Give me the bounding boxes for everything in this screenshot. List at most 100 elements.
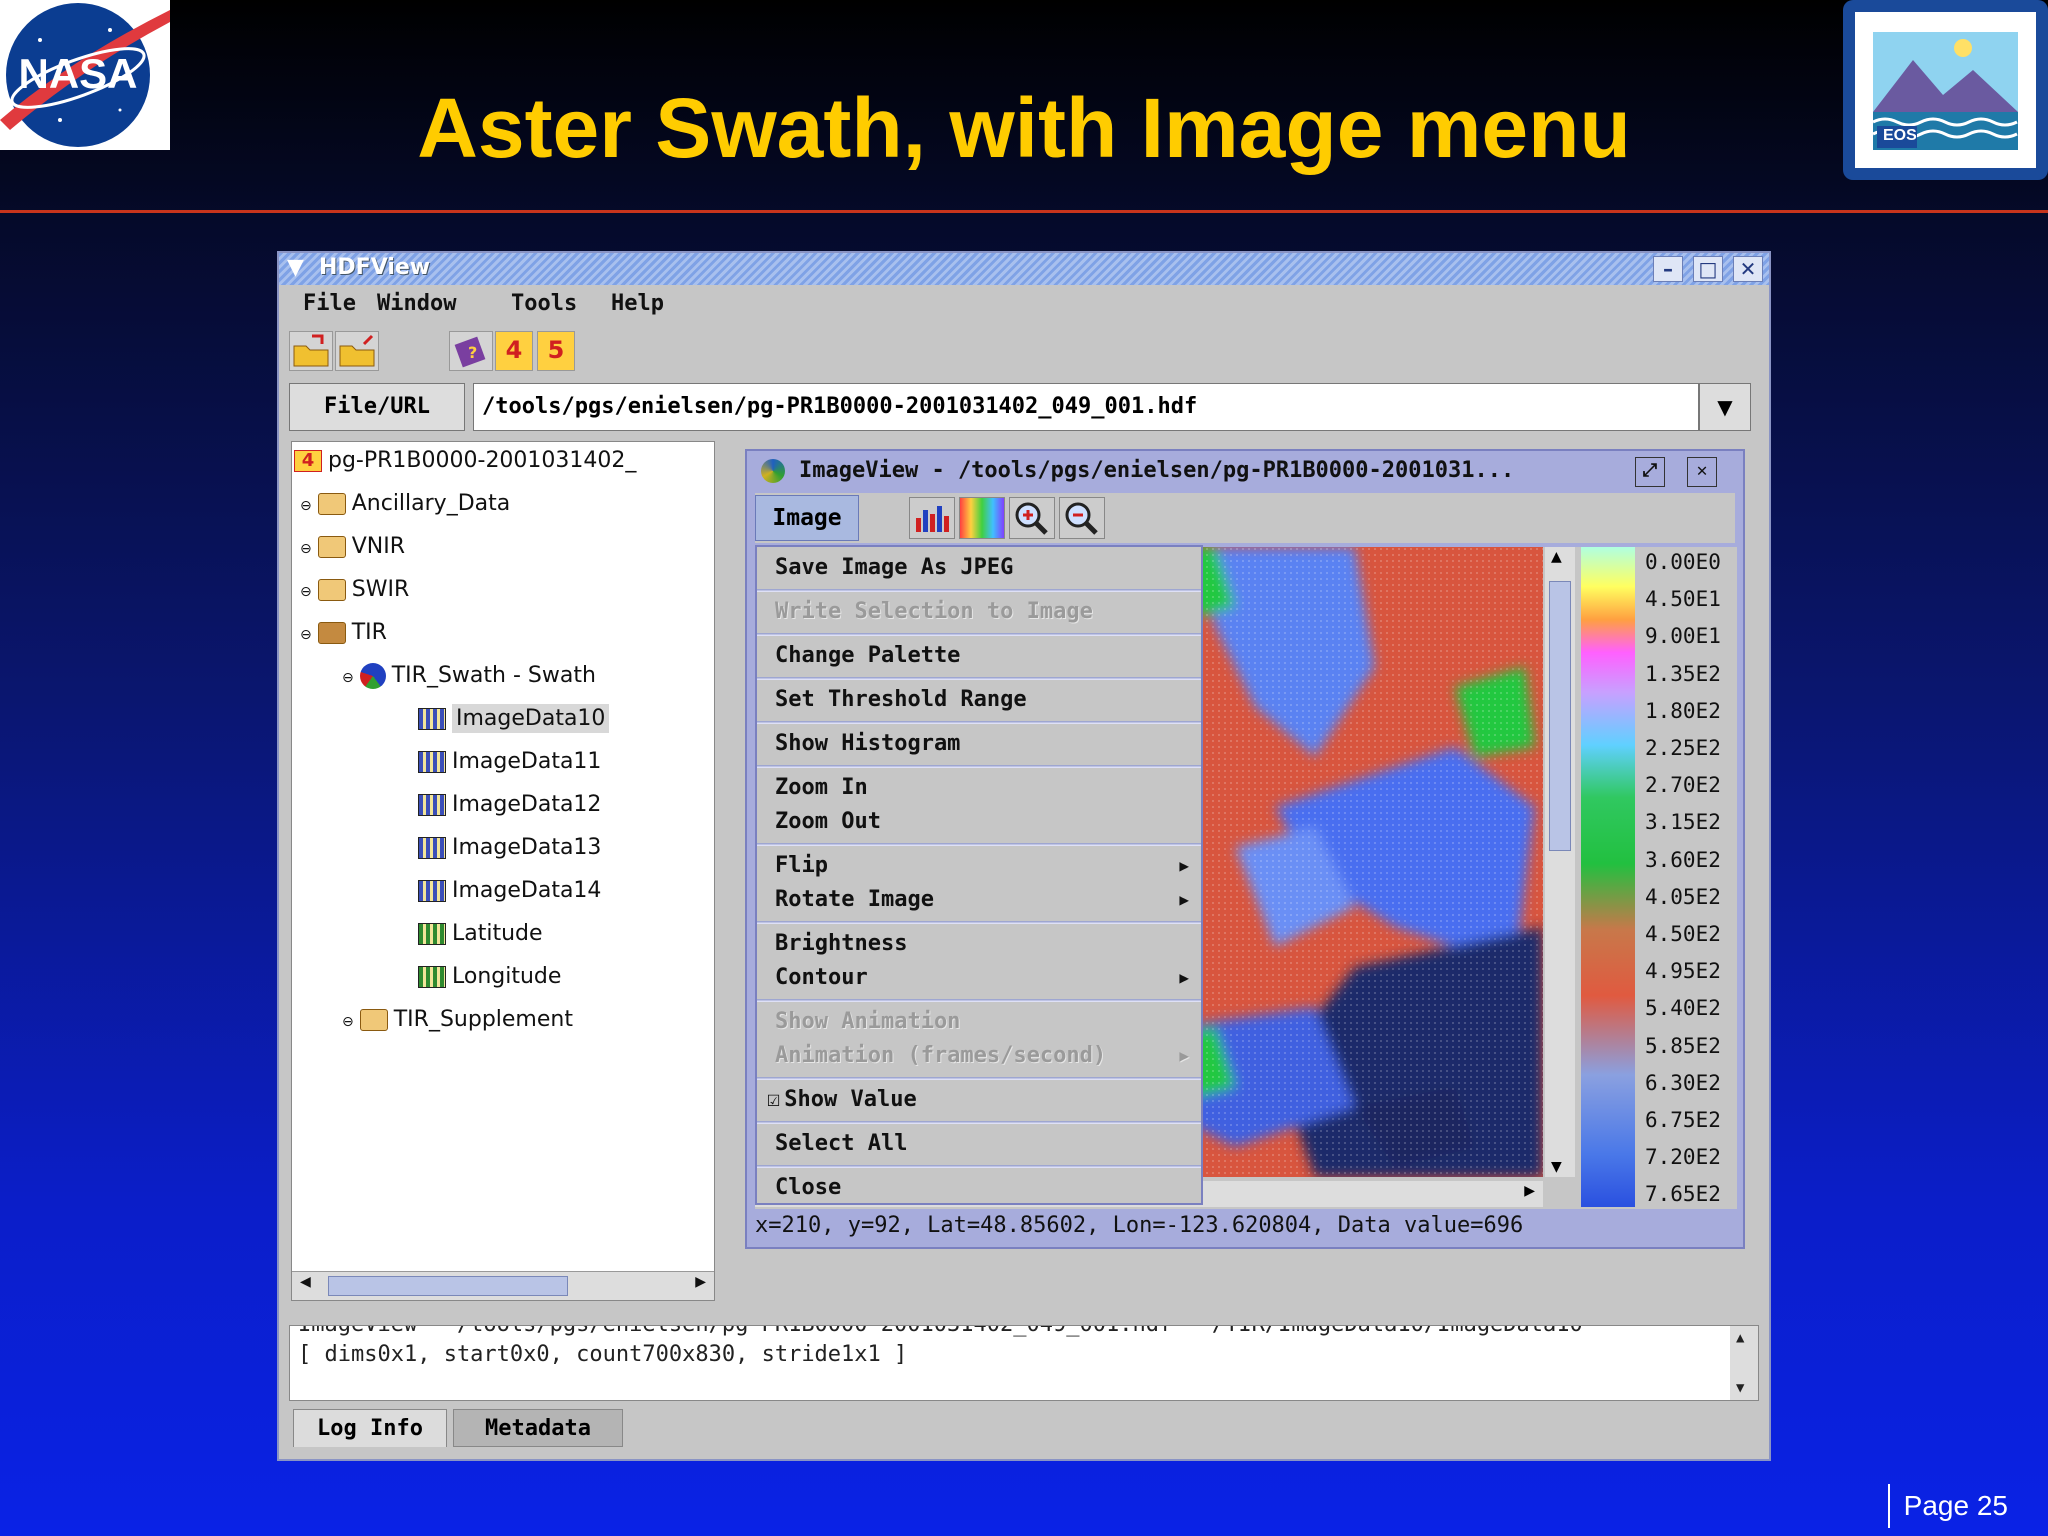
tree-item-swir[interactable]: ⊖ SWIR	[300, 573, 409, 607]
collapse-icon[interactable]: ⊖	[342, 670, 354, 686]
tree-item-imagedata14[interactable]: ImageData14	[418, 874, 601, 908]
scroll-up-icon[interactable]: ▲	[1736, 1330, 1744, 1346]
file-url-input[interactable]: /tools/pgs/enielsen/pg-PR1B0000-20010314…	[473, 383, 1699, 431]
menu-separator	[757, 589, 1201, 592]
log-vertical-scrollbar[interactable]: ▲ ▼	[1730, 1326, 1758, 1400]
close-file-icon[interactable]	[335, 331, 379, 371]
menu-item-label: Flip	[775, 853, 828, 878]
menu-item-change-palette[interactable]: Change Palette	[757, 639, 1201, 673]
menu-item-show-histogram[interactable]: Show Histogram	[757, 727, 1201, 761]
menu-item-rotate-image[interactable]: Rotate Image ▶	[757, 883, 1201, 917]
scroll-right-icon[interactable]: ▶	[1524, 1183, 1535, 1199]
dataset-icon	[418, 880, 446, 902]
color-legend-tick: 9.00E1	[1645, 624, 1721, 649]
menu-item-select-all[interactable]: Select All	[757, 1127, 1201, 1161]
menu-item-show-value[interactable]: ☑ Show Value	[757, 1083, 1201, 1117]
tree-root-label: pg-PR1B0000-2001031402_	[328, 448, 637, 473]
palette-icon[interactable]	[959, 497, 1005, 539]
tree-item-label: Latitude	[452, 921, 543, 946]
menu-item-zoom-out[interactable]: Zoom Out	[757, 805, 1201, 839]
menu-item-label: Zoom Out	[775, 809, 881, 834]
users-guide-icon[interactable]: ?	[449, 331, 493, 371]
color-legend-tick: 3.15E2	[1645, 810, 1721, 835]
color-legend-tick: 6.30E2	[1645, 1070, 1721, 1095]
menu-help[interactable]: Help	[611, 291, 664, 316]
tree-item-label: ImageData13	[452, 835, 602, 860]
menu-item-close[interactable]: Close	[757, 1171, 1201, 1205]
imageview-titlebar[interactable]: ImageView - /tools/pgs/enielsen/pg-PR1B0…	[747, 451, 1743, 491]
menu-file[interactable]: File	[303, 291, 356, 316]
zoom-out-icon[interactable]	[1059, 497, 1105, 539]
scrollbar-thumb[interactable]	[328, 1276, 568, 1296]
scroll-right-icon[interactable]: ▶	[695, 1274, 706, 1290]
hdf5-library-icon[interactable]: 5	[537, 331, 575, 371]
hdf4-library-icon[interactable]: 4	[495, 331, 533, 371]
tab-metadata[interactable]: Metadata	[453, 1409, 623, 1447]
tree-item-vnir[interactable]: ⊖ VNIR	[300, 530, 405, 564]
tree-item-ancillary-data[interactable]: ⊖ Ancillary_Data	[300, 487, 510, 521]
expand-icon[interactable]: ⊖	[300, 541, 312, 557]
log-line: ImageView - /tools/pgs/enielsen/pg-PR1B0…	[298, 1326, 1583, 1337]
expand-icon[interactable]: ⊖	[342, 1014, 354, 1030]
scroll-up-icon[interactable]: ▲	[1551, 549, 1562, 565]
menu-item-brightness[interactable]: Brightness	[757, 927, 1201, 961]
tree-item-imagedata11[interactable]: ImageData11	[418, 745, 601, 779]
color-legend-tick: 7.20E2	[1645, 1145, 1721, 1170]
window-titlebar[interactable]: ▼ HDFView – □ ✕	[279, 253, 1769, 285]
close-icon[interactable]: ✕	[1687, 457, 1717, 487]
file-url-row: File/URL /tools/pgs/enielsen/pg-PR1B0000…	[289, 383, 1759, 431]
tree-item-longitude[interactable]: Longitude	[418, 960, 561, 994]
close-icon[interactable]: ✕	[1733, 256, 1763, 282]
menu-tools[interactable]: Tools	[511, 291, 577, 316]
bottom-tabs: Log Info Metadata	[293, 1409, 893, 1449]
color-legend-ticks: 0.00E0 4.50E1 9.00E1 1.35E2 1.80E2 2.25E2 2.70…	[1639, 547, 1739, 1207]
expand-icon[interactable]: ⊖	[300, 498, 312, 514]
tree-item-label: TIR	[351, 620, 387, 645]
folder-icon	[317, 536, 346, 558]
open-file-icon[interactable]	[289, 331, 333, 371]
tree-item-tir-supplement[interactable]: ⊖ TIR_Supplement	[342, 1003, 573, 1037]
tree-item-tir-swath[interactable]: ⊖ TIR_Swath - Swath	[342, 659, 596, 693]
chevron-down-icon[interactable]: ▼	[1699, 383, 1751, 431]
tree-item-imagedata13[interactable]: ImageData13	[418, 831, 601, 865]
image-popup-menu: Save Image As JPEG Write Selection to Ima…	[755, 545, 1203, 1205]
file-url-button[interactable]: File/URL	[289, 383, 465, 431]
zoom-in-icon[interactable]	[1009, 497, 1055, 539]
tree-item-imagedata10[interactable]: ImageData10	[418, 702, 610, 736]
histogram-icon[interactable]	[909, 497, 955, 539]
maximize-icon[interactable]: □	[1693, 256, 1723, 282]
menu-item-zoom-in[interactable]: Zoom In	[757, 771, 1201, 805]
menu-item-save-image-as-jpeg[interactable]: Save Image As JPEG	[757, 551, 1201, 585]
tree-item-imagedata12[interactable]: ImageData12	[418, 788, 601, 822]
restore-icon[interactable]: ⤢	[1635, 457, 1665, 487]
submenu-arrow-icon: ▶	[1179, 856, 1189, 875]
menu-image[interactable]: Image	[755, 495, 859, 541]
window-menu-icon[interactable]: ▼	[287, 255, 304, 280]
collapse-icon[interactable]: ⊖	[300, 627, 312, 643]
scrollbar-thumb[interactable]	[1549, 581, 1571, 851]
dataset-icon	[418, 794, 446, 816]
tree-horizontal-scrollbar[interactable]: ◀ ▶	[292, 1271, 714, 1300]
tree-item-latitude[interactable]: Latitude	[418, 917, 543, 951]
tree-root[interactable]: 4 pg-PR1B0000-2001031402_	[294, 444, 636, 478]
scroll-down-icon[interactable]: ▼	[1736, 1380, 1744, 1396]
menu-window[interactable]: Window	[377, 291, 456, 316]
color-legend-tick: 3.60E2	[1645, 847, 1721, 872]
menu-item-contour[interactable]: Contour ▶	[757, 961, 1201, 995]
menu-item-set-threshold-range[interactable]: Set Threshold Range	[757, 683, 1201, 717]
color-legend-tick: 2.25E2	[1645, 736, 1721, 760]
image-vertical-scrollbar[interactable]: ▲ ▼	[1545, 547, 1575, 1177]
imageview-title: ImageView - /tools/pgs/enielsen/pg-PR1B0…	[799, 458, 1515, 483]
menu-item-label: Animation (frames/second)	[775, 1043, 1107, 1068]
color-legend-tick: 4.95E2	[1645, 959, 1721, 984]
scroll-down-icon[interactable]: ▼	[1551, 1159, 1562, 1175]
tab-log-info[interactable]: Log Info	[293, 1409, 447, 1447]
menu-item-flip[interactable]: Flip ▶	[757, 849, 1201, 883]
expand-icon[interactable]: ⊖	[300, 584, 312, 600]
scroll-left-icon[interactable]: ◀	[300, 1274, 311, 1290]
tree-item-tir[interactable]: ⊖ TIR	[300, 616, 387, 650]
checkbox-icon[interactable]: ☑	[767, 1087, 780, 1112]
minimize-icon[interactable]: –	[1653, 256, 1683, 282]
tree-item-label: ImageData10	[452, 704, 610, 733]
color-legend-tick: 1.80E2	[1645, 698, 1721, 723]
